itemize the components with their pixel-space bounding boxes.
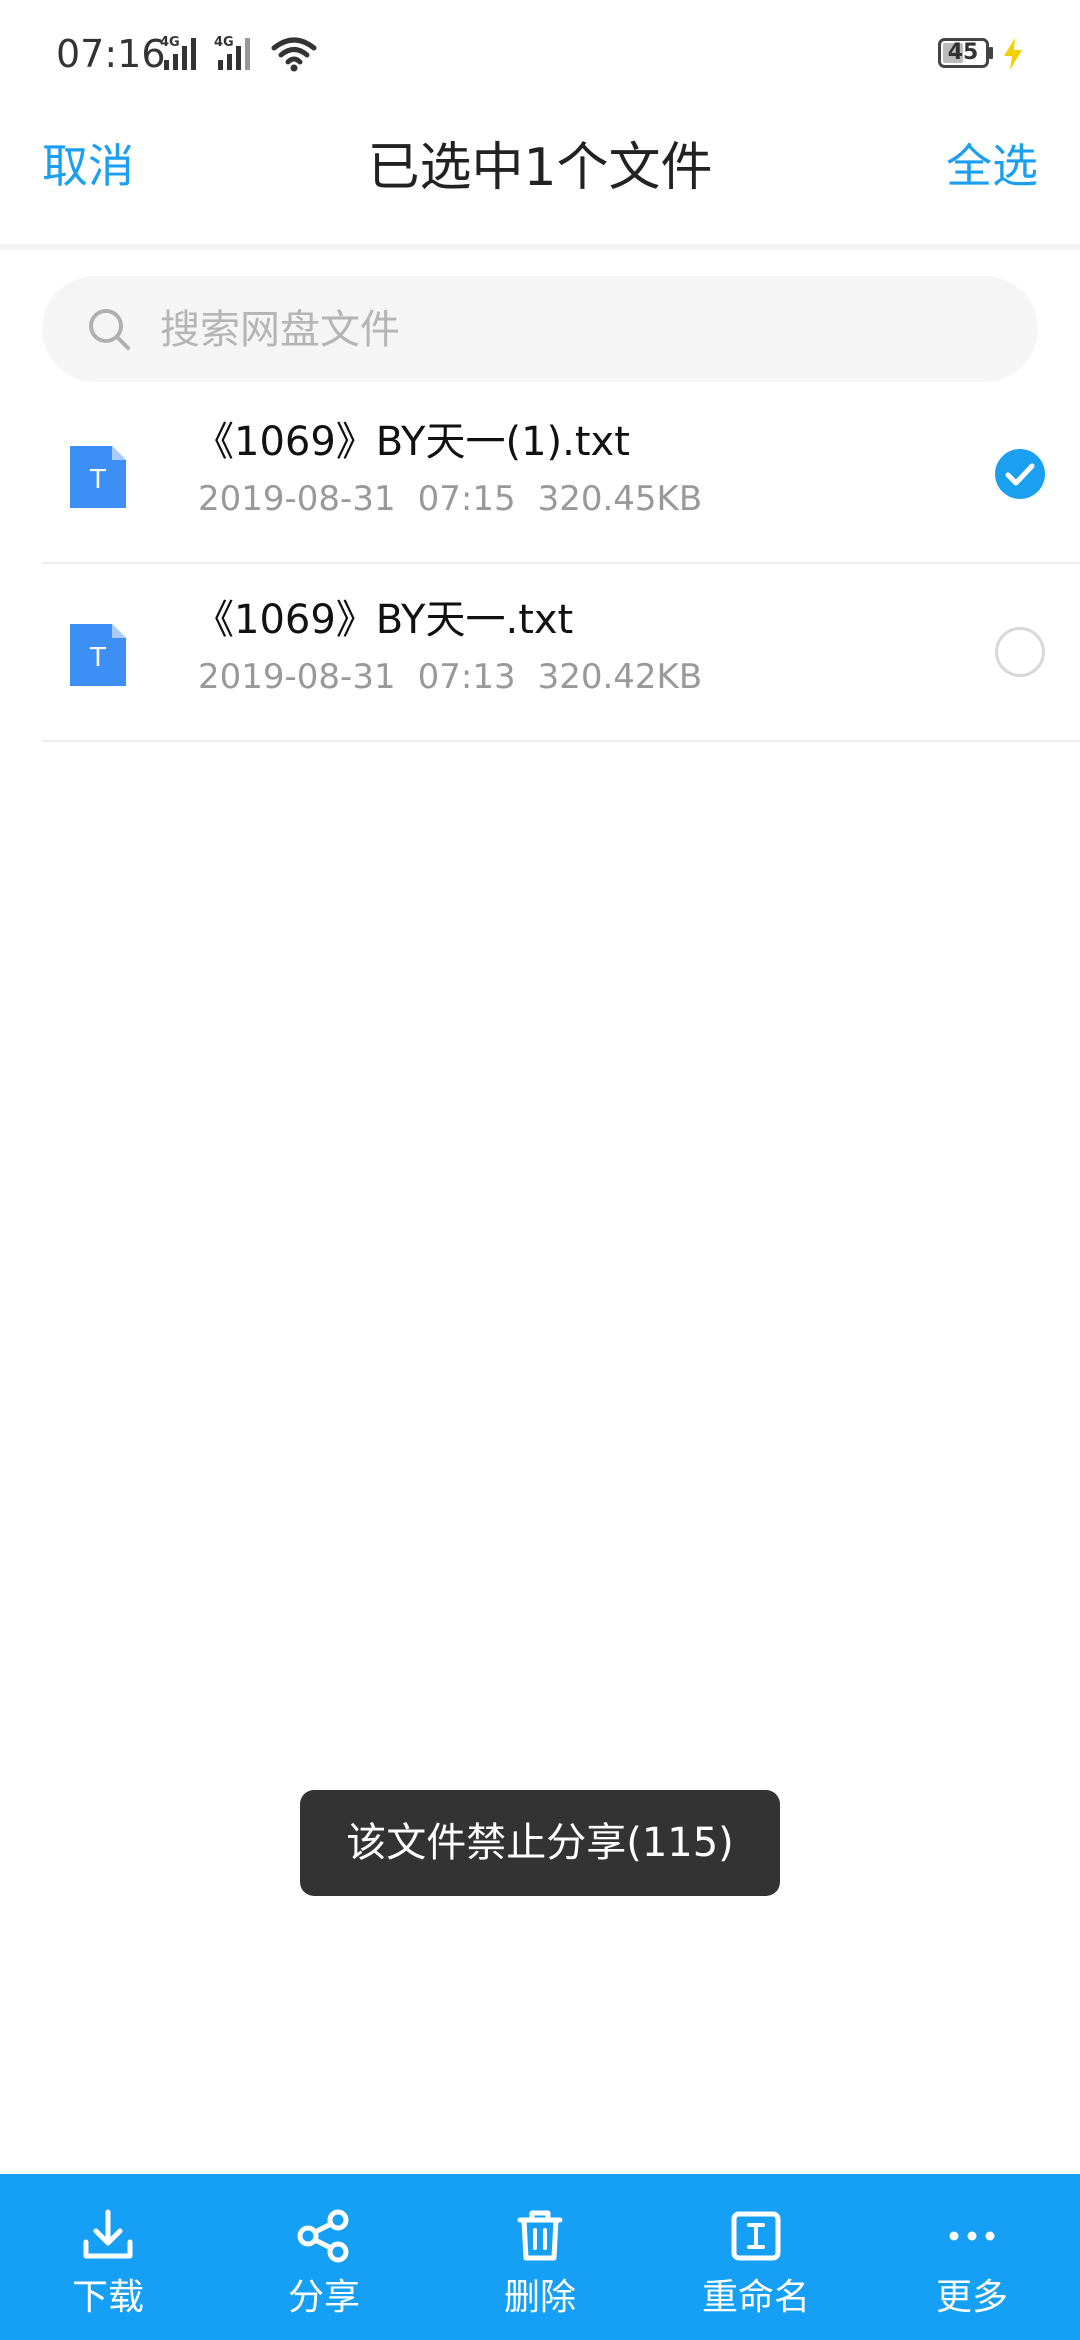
file-size: 320.45KB [537, 479, 703, 519]
download-label: 下载 [71, 2277, 144, 2318]
file-size: 320.42KB [537, 657, 703, 697]
file-meta: 2019-08-31 07:15 320.45KB [198, 476, 724, 522]
status-bar: 07:16 4G 4G 45 [0, 0, 1080, 108]
rename-label: 重命名 [701, 2277, 810, 2318]
file-time: 07:15 [417, 479, 516, 519]
file-time: 07:13 [417, 657, 516, 697]
share-icon [297, 2209, 349, 2263]
wifi-icon [271, 37, 317, 72]
battery-level: 45 [947, 40, 979, 65]
file-row[interactable]: T 《1069》BY天一.txt 2019-08-31 07:13 320.42KB [42, 562, 1080, 742]
app-screen: 07:16 4G 4G 45 取消 已选中1个文件 全选 搜索网盘文件 T 《1… [0, 0, 1080, 2340]
file-type-letter: T [89, 465, 106, 495]
file-meta: 2019-08-31 07:13 320.42KB [198, 654, 724, 700]
toast-message: 该文件禁止分享(115) [300, 1790, 780, 1896]
network-type-label: 4G [214, 35, 234, 50]
download-button[interactable]: 下载 [0, 2174, 216, 2340]
page-title: 已选中1个文件 [367, 138, 713, 198]
file-row[interactable]: T 《1069》BY天一(1).txt 2019-08-31 07:15 320.4… [42, 384, 1080, 564]
checkbox-unchecked-icon[interactable] [994, 626, 1046, 678]
battery-indicator: 45 [938, 38, 994, 68]
file-type-letter: T [89, 643, 106, 673]
delete-button[interactable]: 删除 [432, 2174, 648, 2340]
checkbox-checked-icon[interactable] [994, 448, 1046, 500]
search-bar[interactable] [42, 276, 1038, 384]
text-file-icon: T [70, 446, 126, 508]
search-icon [89, 309, 130, 350]
cellular-signal-icon: 4G [214, 35, 250, 70]
more-button[interactable]: 更多 [864, 2174, 1080, 2340]
select-all-button[interactable]: 全选 [946, 136, 1038, 196]
share-button[interactable]: 分享 [216, 2174, 432, 2340]
charging-bolt-icon [1004, 38, 1022, 70]
file-date: 2019-08-31 [198, 479, 396, 519]
file-name: 《1069》BY天一.txt [194, 597, 574, 643]
more-icon [949, 2231, 995, 2241]
search-input[interactable] [158, 276, 1002, 384]
rename-button[interactable]: 重命名 [648, 2174, 864, 2340]
download-icon [83, 2209, 133, 2259]
file-date: 2019-08-31 [198, 657, 396, 697]
selection-header: 取消 已选中1个文件 全选 [0, 108, 1080, 250]
file-name: 《1069》BY天一(1).txt [194, 419, 630, 465]
cellular-signal-icon: 4G [160, 35, 196, 70]
share-label: 分享 [287, 2277, 360, 2318]
bottom-action-bar: 下载 分享 删除 重命名 更多 [0, 2174, 1080, 2340]
trash-icon [517, 2210, 563, 2261]
more-label: 更多 [935, 2277, 1008, 2318]
rename-icon [731, 2211, 781, 2261]
delete-label: 删除 [503, 2277, 576, 2318]
text-file-icon: T [70, 624, 126, 686]
network-type-label: 4G [160, 35, 180, 50]
status-time: 07:16 [56, 32, 166, 76]
